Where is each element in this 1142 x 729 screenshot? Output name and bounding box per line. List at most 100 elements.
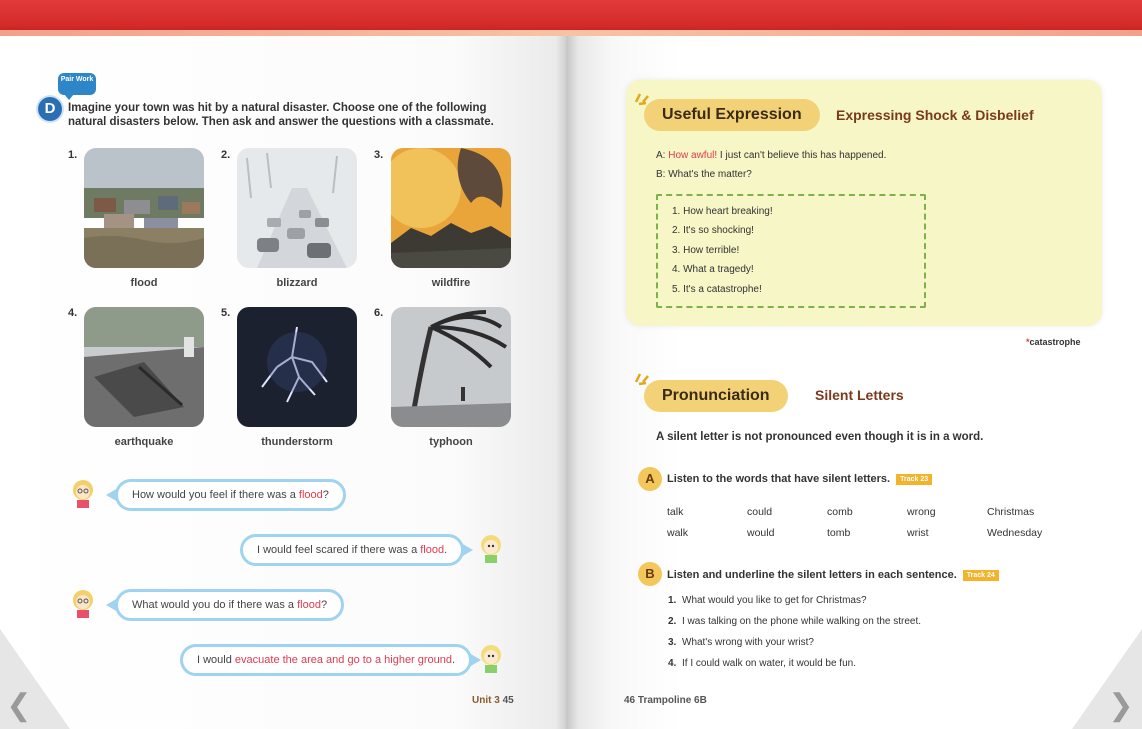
useful-expression-title: Useful Expression — [644, 99, 820, 131]
expression-item: 4. What a tragedy! — [672, 264, 754, 275]
audio-track-button[interactable]: Track 24 — [962, 569, 999, 581]
task-text: Listen and underline the silent letters … — [667, 569, 957, 581]
girl-avatar — [70, 588, 96, 618]
bubble-text: ? — [322, 489, 329, 501]
boy-face-icon — [481, 535, 501, 563]
girl-face-icon — [73, 590, 93, 618]
speech-bubble: What would you do if there was a flood? — [105, 589, 345, 621]
useful-expression-subtitle: Expressing Shock & Disbelief — [836, 107, 1034, 123]
disaster-number: 4. — [68, 307, 78, 319]
typhoon-image — [391, 307, 511, 427]
blizzard-photo — [237, 148, 357, 268]
disaster-number: 1. — [68, 149, 78, 161]
sentence-item: 4. If I could walk on water, it would be … — [668, 658, 856, 669]
word-item: wrong — [907, 506, 936, 518]
disaster-label: typhoon — [429, 436, 473, 448]
task-letter-badge: A — [638, 467, 662, 491]
sentence-item: 1. What would you like to get for Christm… — [668, 595, 867, 606]
word-item: Wednesday — [987, 527, 1043, 539]
page-num: 46 — [624, 695, 636, 706]
sentence-number: 2. — [668, 616, 677, 627]
flood-image — [84, 148, 204, 268]
disaster-number: 6. — [374, 307, 384, 319]
task-a-instruction: Listen to the words that have silent let… — [667, 473, 933, 485]
earthquake-image — [84, 307, 204, 427]
sentence-text: What's wrong with your wrist? — [682, 637, 814, 648]
task-letter-badge: B — [638, 562, 662, 586]
pronunciation-subtitle: Silent Letters — [815, 387, 904, 403]
girl-avatar — [70, 478, 96, 508]
pronunciation-title: Pronunciation — [644, 380, 788, 412]
disaster-label: wildfire — [431, 277, 471, 289]
audio-track-button[interactable]: Track 23 — [896, 473, 933, 485]
sentence-text: If I could walk on water, it would be fu… — [682, 658, 856, 669]
blizzard-image — [237, 148, 357, 268]
sentence-item: 3. What's wrong with your wrist? — [668, 637, 814, 648]
dialog-line-b: B: What's the matter? — [656, 169, 752, 180]
speech-bubble: How would you feel if there was a flood? — [106, 479, 346, 511]
dialog-text: I just can't believe this has happened. — [717, 150, 887, 161]
page-number-left: Unit 3 45 — [472, 695, 514, 706]
boy-avatar — [478, 643, 504, 673]
disaster-label: thunderstorm — [261, 436, 333, 448]
bubble-text: How would you feel if there was a — [132, 489, 299, 501]
bubble-text: I would — [197, 654, 235, 666]
top-banner — [0, 0, 1142, 36]
bubble-text: . — [452, 654, 456, 666]
speech-bubble: I would feel scared if there was a flood… — [240, 534, 474, 566]
thunderstorm-image — [237, 307, 357, 427]
disaster-label: earthquake — [114, 436, 174, 448]
expression-item: 1. How heart breaking! — [672, 206, 773, 217]
sentence-text: I was talking on the phone while walking… — [682, 616, 922, 627]
book-spine — [556, 36, 578, 729]
bubble-highlight: flood — [297, 599, 321, 611]
wildfire-photo — [391, 148, 511, 268]
bubble-text: I would feel scared if there was a — [257, 544, 421, 556]
word-item: talk — [667, 506, 684, 518]
chevron-left-icon[interactable]: ❮ — [4, 691, 34, 721]
task-b-instruction: Listen and underline the silent letters … — [667, 569, 999, 581]
word-item: wrist — [907, 527, 929, 539]
speech-bubble: I would evacuate the area and go to a hi… — [180, 644, 482, 676]
word-item: comb — [827, 506, 853, 518]
expression-item: 3. How terrible! — [672, 245, 740, 256]
chevron-right-icon[interactable]: ❯ — [1106, 691, 1136, 721]
sentence-number: 4. — [668, 658, 677, 669]
word-item: Christmas — [987, 506, 1035, 518]
boy-face-icon — [481, 645, 501, 673]
expression-item: 2. It's so shocking! — [672, 225, 754, 236]
page-number-right: 46 Trampoline 6B — [624, 695, 707, 706]
word-item: could — [747, 506, 773, 518]
sentence-number: 3. — [668, 637, 677, 648]
highlight-expression: How awful! — [668, 150, 718, 161]
bubble-highlight: flood — [298, 489, 323, 501]
girl-face-icon — [73, 480, 93, 508]
word-item: tomb — [827, 527, 851, 539]
disaster-number: 2. — [221, 149, 231, 161]
book-title: Trampoline 6B — [637, 695, 707, 706]
disaster-label: blizzard — [276, 277, 318, 289]
wildfire-image — [391, 148, 511, 268]
thunderstorm-photo — [237, 307, 357, 427]
unit-label: Unit 3 — [472, 695, 500, 706]
expression-item: 5. It's a catastrophe! — [672, 284, 762, 295]
bubble-highlight: flood — [420, 544, 445, 556]
disaster-label: flood — [130, 277, 158, 289]
task-text: Listen to the words that have silent let… — [667, 473, 891, 485]
pair-work-badge: Pair Work — [58, 73, 96, 100]
disaster-number: 3. — [374, 149, 384, 161]
page-num: 45 — [502, 695, 514, 706]
activity-instruction: Imagine your town was hit by a natural d… — [68, 102, 494, 128]
bubble-highlight: evacuate the area and go to a higher gro… — [234, 654, 453, 666]
disaster-number: 5. — [221, 307, 231, 319]
speaker-a: A: — [656, 150, 669, 161]
pronunciation-lead: A silent letter is not pronounced even t… — [656, 431, 984, 443]
activity-letter-badge: D — [38, 97, 62, 121]
bubble-text: What would you do if there was a — [132, 599, 298, 611]
typhoon-photo — [391, 307, 511, 427]
footnote: *catastrophe — [1026, 337, 1081, 347]
sentence-item: 2. I was talking on the phone while walki… — [668, 616, 921, 627]
earthquake-photo — [84, 307, 204, 427]
dialog-line-a: A: How awful! I just can't believe this … — [656, 150, 886, 161]
bubble-text: ? — [320, 599, 328, 611]
